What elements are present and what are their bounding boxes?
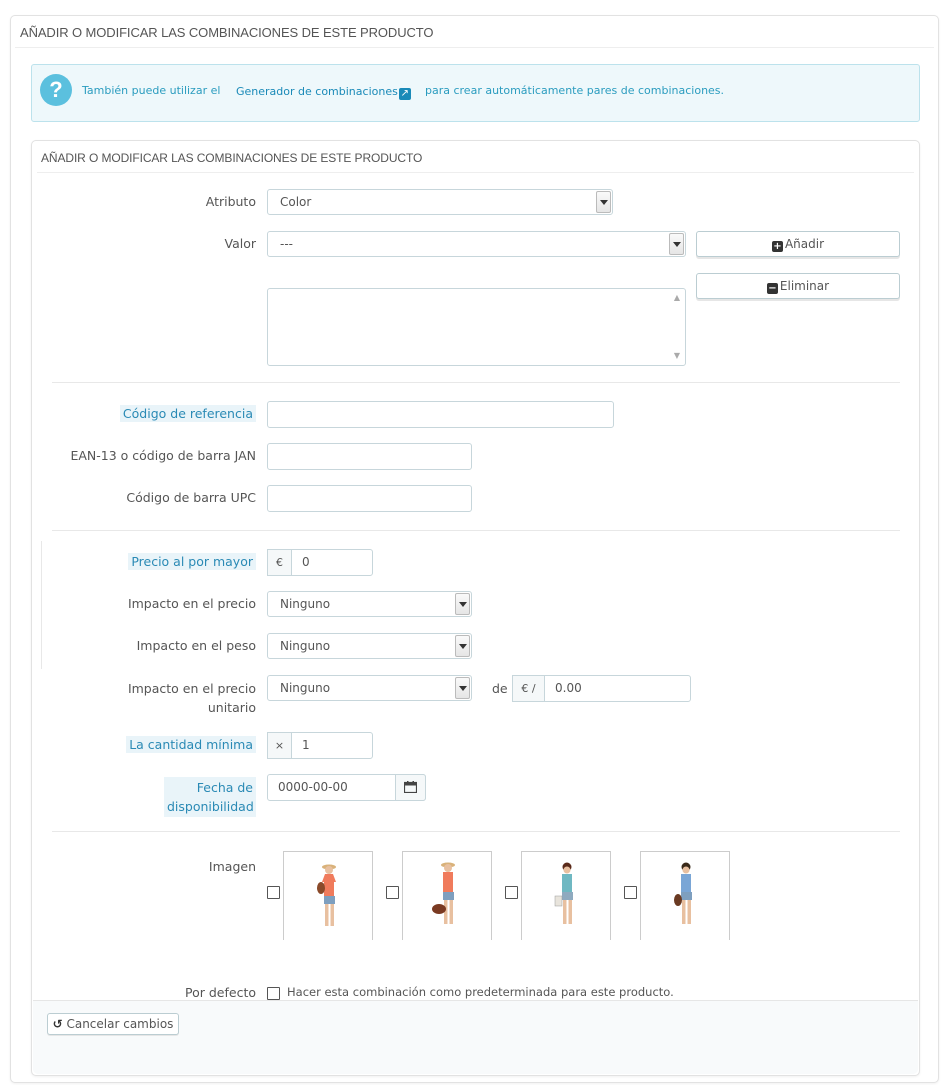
add-button[interactable]: + Añadir xyxy=(696,231,900,257)
min-quantity-input[interactable]: × 1 xyxy=(267,732,373,759)
image-2-checkbox[interactable] xyxy=(386,886,399,899)
chevron-down-icon xyxy=(596,191,611,213)
info-alert: ? También puede utilizar el Generador de… xyxy=(31,64,920,122)
form-heading: AÑADIR O MODIFICAR LAS COMBINACIONES DE … xyxy=(41,151,423,165)
divider xyxy=(52,831,900,832)
availability-date-input[interactable]: 0000-00-00 xyxy=(267,774,426,801)
undo-icon: ↺ xyxy=(52,1017,63,1031)
unit-price-impact-label: Impacto en el precio unitario xyxy=(127,681,256,715)
panel-footer: ↺ Cancelar cambios xyxy=(33,1000,918,1074)
default-description: Hacer esta combinación como predetermina… xyxy=(287,985,674,999)
product-image-1 xyxy=(283,851,373,940)
alert-text-before: También puede utilizar el xyxy=(82,84,221,97)
attribute-label: Atributo xyxy=(205,194,256,209)
times-addon: × xyxy=(267,732,292,759)
product-image-4 xyxy=(640,851,730,940)
currency-addon: € xyxy=(267,549,292,576)
de-label: de xyxy=(492,681,508,696)
panel-heading: AÑADIR O MODIFICAR LAS COMBINACIONES DE … xyxy=(20,25,434,40)
combination-form-panel: AÑADIR O MODIFICAR LAS COMBINACIONES DE … xyxy=(31,140,920,1076)
external-link-icon: ↗ xyxy=(398,88,411,100)
question-circle-icon: ? xyxy=(40,74,72,106)
divider xyxy=(52,530,900,531)
cancel-changes-button[interactable]: ↺ Cancelar cambios xyxy=(47,1013,179,1035)
heading-divider xyxy=(37,172,914,173)
image-label: Imagen xyxy=(208,859,256,874)
price-impact-label: Impacto en el precio xyxy=(127,596,256,611)
reference-input[interactable] xyxy=(267,401,614,428)
product-image-2 xyxy=(402,851,492,940)
wholesale-price-label: Precio al por mayor xyxy=(128,553,256,570)
image-1-checkbox[interactable] xyxy=(267,886,280,899)
alert-text-after: para crear automáticamente pares de comb… xyxy=(425,84,725,97)
chevron-down-icon xyxy=(455,635,470,657)
currency-per-unit-addon: € / xyxy=(512,675,545,702)
attribute-select[interactable]: Color xyxy=(267,189,613,215)
image-3-checkbox[interactable] xyxy=(505,886,518,899)
default-label: Por defecto xyxy=(185,985,256,1000)
scroll-down-icon[interactable]: ▼ xyxy=(673,352,681,360)
availability-date-label: Fecha de disponibilidad xyxy=(164,777,256,817)
unit-price-input[interactable]: € / 0.00 xyxy=(512,675,691,702)
heading-divider xyxy=(15,47,934,48)
ean13-label: EAN-13 o código de barra JAN xyxy=(70,448,256,463)
ean13-input[interactable] xyxy=(267,443,472,470)
scrollbar[interactable]: ▲ ▼ xyxy=(670,290,684,364)
chevron-down-icon xyxy=(455,677,470,699)
reference-label: Código de referencia xyxy=(119,405,256,422)
plus-square-icon: + xyxy=(771,241,783,252)
divider xyxy=(52,382,900,383)
value-label: Valor xyxy=(224,236,256,251)
image-4-checkbox[interactable] xyxy=(624,886,637,899)
default-checkbox[interactable] xyxy=(267,987,280,1000)
wholesale-price-input[interactable]: € 0 xyxy=(267,549,373,576)
weight-impact-select[interactable]: Ninguno xyxy=(267,633,472,659)
combination-generator-link[interactable]: Generador de combinaciones ↗ xyxy=(236,85,411,100)
attribute-list[interactable]: ▲ ▼ xyxy=(267,288,686,366)
upc-input[interactable] xyxy=(267,485,472,512)
min-quantity-label: La cantidad mínima xyxy=(126,736,256,753)
remove-button[interactable]: − Eliminar xyxy=(696,273,900,299)
unit-price-impact-select[interactable]: Ninguno xyxy=(267,675,472,701)
upc-label: Código de barra UPC xyxy=(126,490,256,505)
weight-impact-label: Impacto en el peso xyxy=(136,638,256,653)
chevron-down-icon xyxy=(455,593,470,615)
calendar-icon[interactable] xyxy=(395,774,426,801)
minus-square-icon: − xyxy=(766,283,778,294)
scroll-up-icon[interactable]: ▲ xyxy=(673,294,681,302)
product-image-3 xyxy=(521,851,611,940)
chevron-down-icon xyxy=(669,233,684,255)
value-select[interactable]: --- xyxy=(267,231,686,257)
combinations-panel: AÑADIR O MODIFICAR LAS COMBINACIONES DE … xyxy=(10,15,939,1083)
price-impact-select[interactable]: Ninguno xyxy=(267,591,472,617)
divider xyxy=(41,541,42,669)
